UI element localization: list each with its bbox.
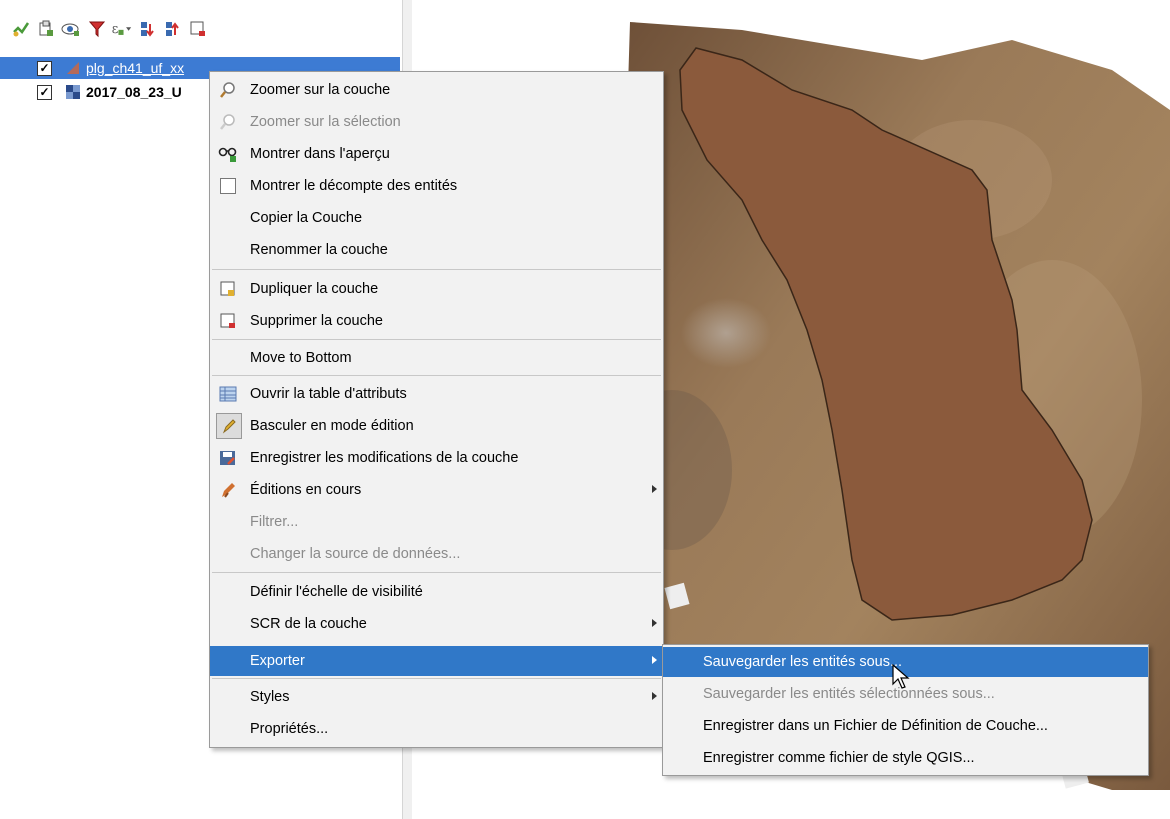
filter-icon[interactable]	[86, 18, 108, 40]
raster-layer-icon	[66, 85, 80, 99]
layer-name: plg_ch41_uf_xx	[86, 60, 185, 76]
menu-item-label: SCR de la couche	[250, 616, 367, 632]
remove-layer-icon[interactable]	[187, 18, 209, 40]
menu-item-styles[interactable]: Styles	[210, 682, 663, 712]
polygon-layer-icon	[66, 61, 80, 75]
submenu-item-save-layer-definition[interactable]: Enregistrer dans un Fichier de Définitio…	[663, 711, 1148, 741]
magnifier-icon	[218, 80, 238, 100]
layers-toolbar: ε	[0, 12, 400, 44]
layer-name: 2017_08_23_U	[86, 84, 182, 100]
menu-item-label: Zoomer sur la couche	[250, 82, 391, 98]
menu-item-label: Sauvegarder les entités sous...	[703, 654, 903, 670]
menu-item-label: Enregistrer les modifications de la couc…	[250, 450, 519, 466]
menu-item-save-edits[interactable]: Enregistrer les modifications de la couc…	[210, 443, 663, 473]
collapse-all-icon[interactable]	[162, 18, 184, 40]
menu-item-move-bottom[interactable]: Move to Bottom	[210, 343, 663, 373]
menu-item-label: Définir l'échelle de visibilité	[250, 584, 423, 600]
expression-filter-icon[interactable]: ε	[110, 18, 132, 40]
menu-item-label: Changer la source de données...	[250, 546, 461, 562]
save-edits-icon	[218, 448, 238, 468]
menu-item-label: Renommer la couche	[250, 242, 388, 258]
menu-item-remove-layer[interactable]: Supprimer la couche	[210, 306, 663, 336]
menu-item-layer-crs[interactable]: SCR de la couche	[210, 609, 663, 639]
menu-item-set-scale-visibility[interactable]: Définir l'échelle de visibilité	[210, 577, 663, 607]
menu-item-label: Exporter	[250, 653, 305, 669]
menu-item-label: Sauvegarder les entités sélectionnées so…	[703, 686, 995, 702]
mouse-cursor-icon	[892, 664, 910, 689]
menu-item-duplicate-layer[interactable]: Dupliquer la couche	[210, 274, 663, 304]
visibility-eye-icon[interactable]	[60, 18, 82, 40]
menu-item-rename-layer[interactable]: Renommer la couche	[210, 235, 663, 265]
menu-separator	[212, 269, 661, 270]
menu-item-zoom-selection[interactable]: Zoomer sur la sélection	[210, 107, 663, 137]
submenu-arrow-icon	[652, 619, 657, 627]
menu-item-label: Zoomer sur la sélection	[250, 114, 401, 130]
menu-item-label: Éditions en cours	[250, 482, 362, 498]
menu-item-label: Basculer en mode édition	[250, 418, 414, 434]
menu-item-open-attribute-table[interactable]: Ouvrir la table d'attributs	[210, 379, 663, 409]
glasses-icon	[218, 144, 238, 164]
svg-text:ε: ε	[112, 21, 119, 36]
menu-separator	[212, 375, 661, 376]
menu-item-toggle-editing[interactable]: Basculer en mode édition	[210, 411, 663, 441]
menu-item-export[interactable]: Exporter	[210, 646, 663, 676]
current-edits-icon	[218, 480, 238, 500]
menu-item-label: Enregistrer dans un Fichier de Définitio…	[703, 718, 1048, 734]
menu-item-label: Styles	[250, 689, 290, 705]
table-icon	[218, 384, 238, 404]
expand-all-icon[interactable]	[137, 18, 159, 40]
menu-item-label: Montrer le décompte des entités	[250, 178, 458, 194]
submenu-item-save-qgis-style[interactable]: Enregistrer comme fichier de style QGIS.…	[663, 743, 1148, 773]
checkbox-icon[interactable]	[218, 176, 238, 196]
menu-separator	[212, 572, 661, 573]
layer-context-menu: Zoomer sur la couche Zoomer sur la sélec…	[209, 71, 664, 748]
layer-visibility-checkbox[interactable]: ✓	[37, 60, 52, 76]
menu-item-label: Montrer dans l'aperçu	[250, 146, 390, 162]
menu-item-label: Move to Bottom	[250, 350, 352, 366]
menu-item-copy-layer[interactable]: Copier la Couche	[210, 203, 663, 233]
magnifier-icon	[218, 112, 238, 132]
menu-item-show-feature-count[interactable]: Montrer le décompte des entités	[210, 171, 663, 201]
menu-item-label: Dupliquer la couche	[250, 281, 379, 297]
menu-item-properties[interactable]: Propriétés...	[210, 714, 663, 744]
menu-item-label: Ouvrir la table d'attributs	[250, 386, 407, 402]
menu-item-label: Filtrer...	[250, 514, 299, 530]
menu-item-current-edits[interactable]: Éditions en cours	[210, 475, 663, 505]
menu-item-zoom-layer[interactable]: Zoomer sur la couche	[210, 75, 663, 105]
menu-item-label: Supprimer la couche	[250, 313, 383, 329]
menu-item-label: Enregistrer comme fichier de style QGIS.…	[703, 750, 975, 766]
menu-separator	[212, 678, 661, 679]
submenu-arrow-icon	[652, 692, 657, 700]
menu-item-label: Copier la Couche	[250, 210, 363, 226]
menu-item-filter[interactable]: Filtrer...	[210, 507, 663, 537]
duplicate-icon	[218, 279, 238, 299]
style-brush-icon[interactable]	[10, 18, 32, 40]
menu-item-show-overview[interactable]: Montrer dans l'aperçu	[210, 139, 663, 169]
pencil-icon	[216, 413, 242, 439]
menu-item-change-source[interactable]: Changer la source de données...	[210, 539, 663, 569]
menu-item-label: Propriétés...	[250, 721, 329, 737]
remove-layer-icon	[218, 311, 238, 331]
submenu-arrow-icon	[652, 656, 657, 664]
add-group-icon[interactable]	[35, 18, 57, 40]
layer-visibility-checkbox[interactable]: ✓	[37, 84, 52, 100]
menu-separator	[212, 339, 661, 340]
submenu-arrow-icon	[652, 485, 657, 493]
